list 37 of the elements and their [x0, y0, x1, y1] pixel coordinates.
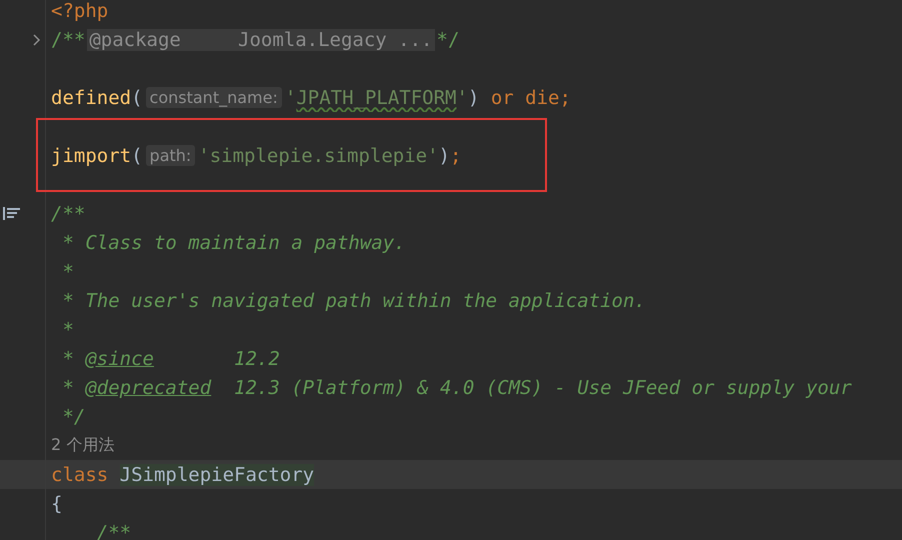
doc-tag: @since: [85, 348, 154, 370]
usage-count: 2 个用法: [51, 435, 114, 456]
folded-comment: @package Joomla.Legacy ...: [87, 28, 434, 50]
comment-text: */: [436, 28, 460, 50]
comment-text: /**: [96, 522, 132, 540]
punctuation: ): [468, 86, 480, 108]
punctuation: ): [438, 144, 450, 166]
punctuation: (: [131, 86, 143, 108]
comment-text: *: [61, 318, 74, 340]
comment-text: *: [61, 348, 75, 370]
comment-text: /**: [51, 28, 86, 50]
keyword-text: ;: [450, 144, 462, 166]
chevron-right-icon[interactable]: [33, 34, 41, 46]
parameter-hint: constant_name:: [146, 87, 282, 108]
comment-text: /**: [51, 202, 86, 224]
comment-text: * The user's navigated path within the application.: [61, 290, 646, 312]
keyword-text: class: [51, 464, 110, 486]
php-open-tag: <?php: [51, 0, 108, 22]
comment-text: *: [61, 376, 75, 398]
parameter-hint: path:: [146, 145, 196, 166]
comment-text: 12.3 (Platform) & 4.0 (CMS) - Use JFeed or supply your: [233, 376, 852, 398]
comment-text: *: [61, 260, 74, 282]
string-literal: ': [284, 86, 296, 108]
keyword-text: or die;: [490, 86, 571, 108]
function-name: jimport: [51, 144, 132, 166]
text-lines-icon[interactable]: [3, 206, 21, 220]
string-literal: 'simplepie.simplepie': [198, 144, 439, 166]
comment-text: */: [61, 406, 86, 428]
punctuation: (: [131, 144, 143, 166]
doc-tag: @deprecated: [85, 376, 212, 398]
comment-text: 12.2: [233, 348, 280, 370]
string-literal: JPATH_PLATFORM: [296, 86, 456, 108]
class-name: JSimplepieFactory: [120, 464, 314, 486]
string-literal: ': [456, 86, 468, 108]
comment-text: * Class to maintain a pathway.: [61, 232, 406, 254]
function-name: defined: [51, 86, 132, 108]
punctuation: {: [51, 492, 62, 514]
